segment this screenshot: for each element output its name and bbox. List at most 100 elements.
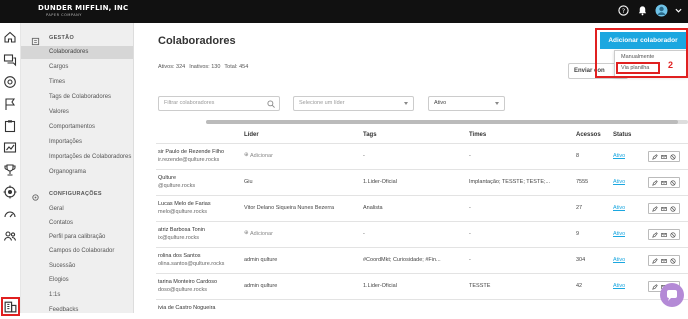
horizontal-scrollbar[interactable] xyxy=(206,120,688,124)
block-icon[interactable] xyxy=(670,153,676,160)
mail-icon[interactable] xyxy=(661,206,667,212)
mail-icon[interactable] xyxy=(661,154,667,160)
status-select[interactable]: Ativo xyxy=(428,96,505,111)
sidebar-item-cargos[interactable]: Cargos xyxy=(21,61,133,74)
people-icon[interactable] xyxy=(3,229,17,243)
gauge-icon[interactable] xyxy=(3,75,17,89)
block-icon[interactable] xyxy=(670,231,676,238)
table-row[interactable]: Lucas Melo de Farias melo@qulture.rocks Vi… xyxy=(156,195,688,221)
table-row[interactable]: tarina Monteiro Cardoso doso@qulture.rock… xyxy=(156,273,688,299)
edit-icon[interactable] xyxy=(652,205,659,212)
block-icon[interactable] xyxy=(670,179,676,186)
add-leader-icon[interactable]: ⊕ xyxy=(244,230,249,236)
edit-icon[interactable] xyxy=(652,153,659,160)
table-row[interactable]: rolina dos Santos olina.santos@qulture.ro… xyxy=(156,247,688,273)
clipboard-icon[interactable] xyxy=(3,119,17,133)
target-icon[interactable] xyxy=(3,185,17,199)
speedometer-icon[interactable] xyxy=(3,207,17,221)
sidebar-item-sucessao[interactable]: Sucessão xyxy=(21,260,133,273)
block-icon[interactable] xyxy=(670,257,676,264)
row-status[interactable]: Ativo xyxy=(613,153,625,159)
col-lider[interactable]: Líder xyxy=(244,132,259,138)
row-status[interactable]: Ativo xyxy=(613,179,625,185)
edit-icon[interactable] xyxy=(652,283,659,290)
brand-logo[interactable]: DUNDER MIFFLIN, INC xyxy=(38,4,128,12)
sidebar-item-comportamentos[interactable]: Comportamentos xyxy=(21,121,133,134)
col-status[interactable]: Status xyxy=(613,132,631,138)
chevron-down-icon[interactable] xyxy=(674,4,682,17)
home-icon[interactable] xyxy=(3,30,17,44)
sidebar-item-campos[interactable]: Campos do Colaborador xyxy=(21,245,133,258)
row-lider[interactable]: Adicionar xyxy=(250,153,273,159)
bell-icon[interactable] xyxy=(636,4,649,17)
mail-icon[interactable] xyxy=(661,232,667,238)
add-leader-icon[interactable]: ⊕ xyxy=(244,152,249,158)
sidebar-item-elogios[interactable]: Elogios xyxy=(21,274,133,287)
row-name: sir Paulo de Rezende Filho xyxy=(158,149,225,155)
sidebar-item-contatos[interactable]: Contatos xyxy=(21,217,133,230)
col-acessos[interactable]: Acessos xyxy=(576,132,601,138)
chat-icon[interactable] xyxy=(3,53,17,67)
sidebar: GESTÃO Colaboradores Cargos Times Tags d… xyxy=(21,23,134,313)
row-acessos: 7555 xyxy=(576,179,589,185)
sidebar-item-organograma[interactable]: Organograma xyxy=(21,166,133,179)
table-row[interactable]: sir Paulo de Rezende Filho ir.rezende@qul… xyxy=(156,143,688,169)
help-icon[interactable]: ? xyxy=(617,4,630,17)
edit-icon[interactable] xyxy=(652,231,659,238)
avatar[interactable] xyxy=(655,4,668,17)
row-status[interactable]: Ativo xyxy=(613,257,625,263)
row-times: - xyxy=(469,231,471,237)
row-tags: 1.Lider-Oficial xyxy=(363,283,397,289)
sidebar-item-geral[interactable]: Geral xyxy=(21,203,133,216)
row-status[interactable]: Ativo xyxy=(613,231,625,237)
row-times: - xyxy=(469,257,471,263)
row-status[interactable]: Ativo xyxy=(613,283,625,289)
row-lider[interactable]: Adicionar xyxy=(250,231,273,237)
stat-ativos: Ativos: 324 xyxy=(158,64,186,70)
chat-widget[interactable] xyxy=(660,283,684,307)
row-lider: admin qulture xyxy=(244,283,278,289)
building-small-icon xyxy=(31,33,40,46)
sidebar-item-importacoes-colaboradores[interactable]: Importações de Colaboradores xyxy=(21,151,133,164)
row-email: melo@qulture.rocks xyxy=(158,209,207,215)
row-status[interactable]: Ativo xyxy=(613,205,625,211)
section-gestao: GESTÃO xyxy=(49,35,75,41)
edit-icon[interactable] xyxy=(652,257,659,264)
search-input[interactable]: Filtrar colaboradores xyxy=(158,96,280,111)
row-lider: Vitor Delano Siqueira Nunes Bezerra xyxy=(244,205,335,211)
sidebar-item-1-1s[interactable]: 1:1s xyxy=(21,289,133,302)
building-icon[interactable] xyxy=(1,297,20,316)
mail-icon[interactable] xyxy=(661,258,667,264)
sidebar-item-importacoes[interactable]: Importações xyxy=(21,136,133,149)
table-row[interactable]: Qulture @qulture.rocks Giu 1.Lider-Oficial I… xyxy=(156,169,688,195)
mail-icon[interactable] xyxy=(661,180,667,186)
table-row[interactable]: ivia de Castro Nogueira xyxy=(156,299,688,313)
main-content: Colaboradores Ativos: 324 Inativos: 130 … xyxy=(134,23,688,313)
gear-icon xyxy=(31,189,40,201)
row-name: Qulture xyxy=(158,175,177,181)
row-tags: - xyxy=(363,231,365,237)
row-name: tarina Monteiro Cardoso xyxy=(158,279,218,285)
sidebar-item-valores[interactable]: Valores xyxy=(21,106,133,119)
table-row[interactable]: atriz Barbosa Tonin ix@qulture.rocks ⊕ Adic… xyxy=(156,221,688,247)
flag-icon[interactable] xyxy=(3,97,17,111)
row-email: ir.rezende@qulture.rocks xyxy=(158,157,220,163)
row-acessos: 42 xyxy=(576,283,583,289)
edit-icon[interactable] xyxy=(652,179,659,186)
row-tags: #CoordMkt; Curiosidade; #Fin... xyxy=(363,257,441,263)
sidebar-item-colaboradores[interactable]: Colaboradores xyxy=(21,46,133,59)
row-tags: - xyxy=(363,153,365,159)
col-times[interactable]: Times xyxy=(469,132,486,138)
sidebar-item-tags[interactable]: Tags de Colaboradores xyxy=(21,91,133,104)
svg-text:?: ? xyxy=(622,7,625,15)
scroll-thumb[interactable] xyxy=(206,120,678,124)
leader-select[interactable]: Selecione um líder xyxy=(293,96,414,111)
block-icon[interactable] xyxy=(670,205,676,212)
sidebar-item-times[interactable]: Times xyxy=(21,76,133,89)
col-tags[interactable]: Tags xyxy=(363,132,377,138)
trophy-icon[interactable] xyxy=(3,163,17,177)
chart-icon[interactable] xyxy=(3,141,17,155)
sidebar-item-perfil-calibracao[interactable]: Perfil para calibração xyxy=(21,231,133,244)
row-tags: 1.Lider-Oficial xyxy=(363,179,397,185)
sidebar-item-feedbacks[interactable]: Feedbacks xyxy=(21,304,133,313)
